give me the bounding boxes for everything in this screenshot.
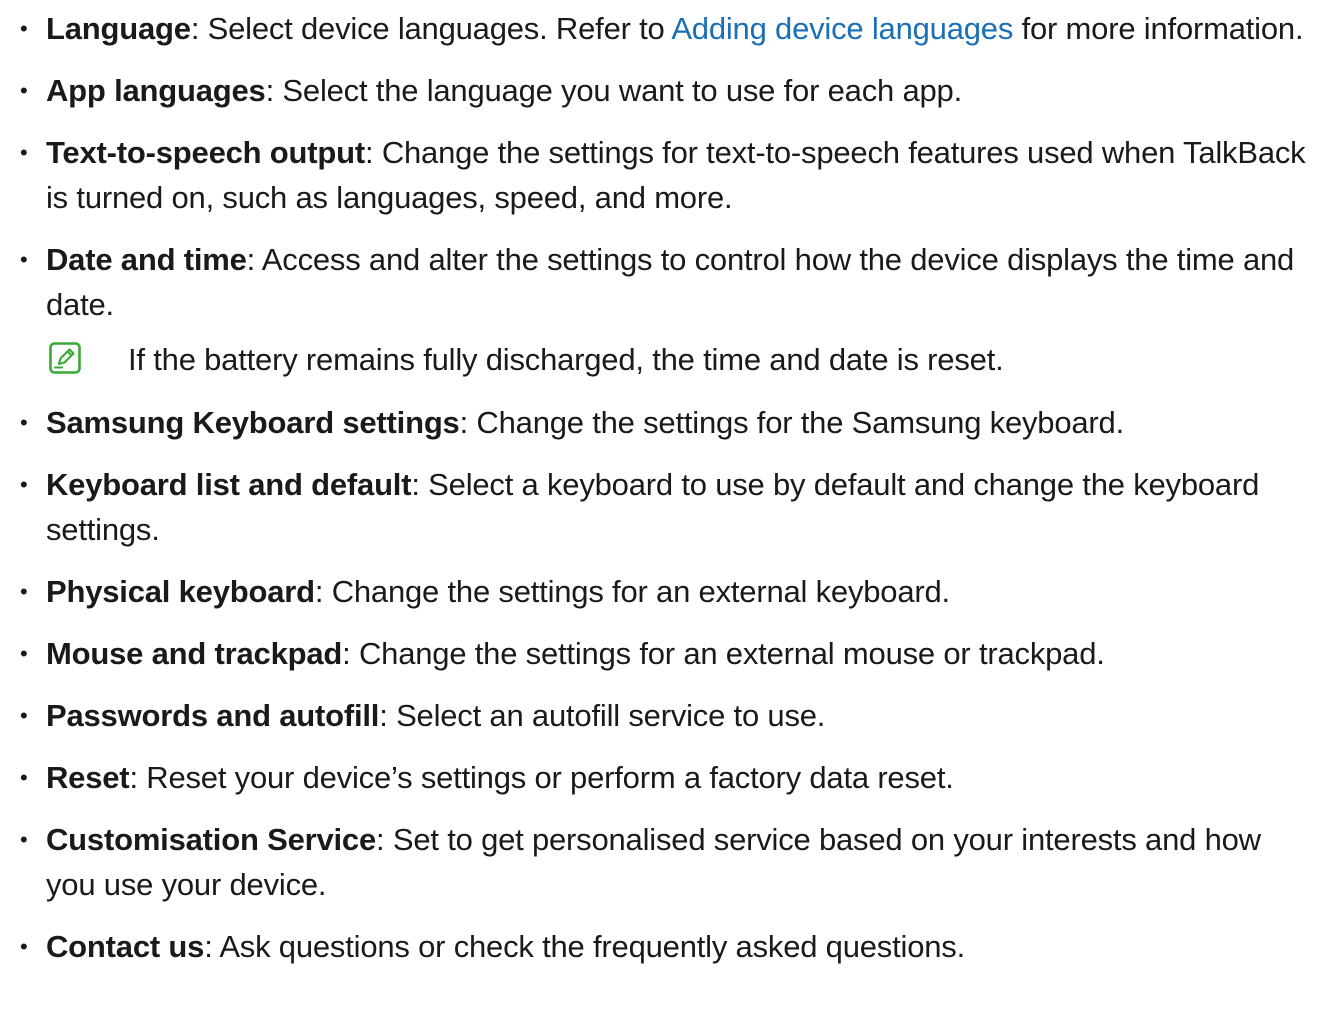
list-item-passwords-and-autofill: • Passwords and autofill: Select an auto… — [0, 693, 1318, 738]
list-item-reset: • Reset: Reset your device’s settings or… — [0, 755, 1318, 800]
item-term: Mouse and trackpad — [46, 636, 343, 671]
bullet: • — [20, 16, 28, 41]
item-separator: : — [379, 698, 397, 733]
item-term: Physical keyboard — [46, 574, 315, 609]
item-description: Change the settings for an external keyb… — [331, 574, 950, 609]
item-separator: : — [246, 242, 262, 277]
bullet: • — [20, 140, 28, 165]
item-description: Change the settings for an external mous… — [358, 636, 1105, 671]
adding-device-languages-link[interactable]: Adding device languages — [671, 11, 1013, 46]
item-separator: : — [190, 11, 208, 46]
bullet: • — [20, 934, 28, 959]
bullet: • — [20, 827, 28, 852]
list-item-contact-us: • Contact us: Ask questions or check the… — [0, 924, 1318, 969]
note-text: If the battery remains fully discharged,… — [128, 342, 1004, 377]
item-description: Ask questions or check the frequently as… — [219, 929, 966, 964]
battery-note: If the battery remains fully discharged,… — [0, 337, 1318, 382]
item-term: Samsung Keyboard settings — [46, 405, 460, 440]
list-item-keyboard-list: • Keyboard list and default: Select a ke… — [0, 462, 1318, 552]
item-term: Reset — [46, 760, 130, 795]
list-item-mouse-and-trackpad: • Mouse and trackpad: Change the setting… — [0, 631, 1318, 676]
item-term: Passwords and autofill — [46, 698, 380, 733]
item-separator: : — [265, 73, 283, 108]
list-item-date-and-time: • Date and time: Access and alter the se… — [0, 237, 1318, 327]
item-separator: : — [411, 467, 429, 502]
list-item-language: • Language: Select device languages. Ref… — [0, 6, 1318, 51]
item-separator: : — [314, 574, 332, 609]
item-description: Select an autofill service to use. — [396, 698, 826, 733]
note-pencil-icon — [49, 342, 81, 374]
item-term: Customisation Service — [46, 822, 377, 857]
item-term: Language — [46, 11, 191, 46]
item-description-end: for more information. — [1013, 11, 1304, 46]
bullet: • — [20, 703, 28, 728]
bullet: • — [20, 247, 28, 272]
list-item-customisation-service: • Customisation Service: Set to get pers… — [0, 817, 1318, 907]
item-description: Reset your device’s settings or perform … — [146, 760, 954, 795]
item-separator: : — [342, 636, 359, 671]
item-term: Text-to-speech output — [46, 135, 365, 170]
item-separator: : — [459, 405, 477, 440]
item-term: App languages — [46, 73, 266, 108]
item-term: Date and time — [46, 242, 247, 277]
settings-description-list: • Language: Select device languages. Ref… — [0, 6, 1318, 986]
item-term: Contact us — [46, 929, 205, 964]
bullet: • — [20, 641, 28, 666]
item-separator: : — [376, 822, 393, 857]
item-separator: : — [204, 929, 220, 964]
list-item-physical-keyboard: • Physical keyboard: Change the settings… — [0, 569, 1318, 614]
bullet: • — [20, 78, 28, 103]
list-item-text-to-speech: • Text-to-speech output: Change the sett… — [0, 130, 1318, 220]
item-description: Select device languages. Refer to — [207, 11, 672, 46]
bullet: • — [20, 410, 28, 435]
item-description: Change the settings for the Samsung keyb… — [476, 405, 1124, 440]
bullet: • — [20, 765, 28, 790]
item-term: Keyboard list and default — [46, 467, 412, 502]
bullet: • — [20, 579, 28, 604]
bullet: • — [20, 472, 28, 497]
item-separator: : — [364, 135, 382, 170]
list-item-samsung-keyboard-settings: • Samsung Keyboard settings: Change the … — [0, 400, 1318, 445]
item-separator: : — [129, 760, 147, 795]
list-item-app-languages: • App languages: Select the language you… — [0, 68, 1318, 113]
item-description: Select the language you want to use for … — [282, 73, 962, 108]
